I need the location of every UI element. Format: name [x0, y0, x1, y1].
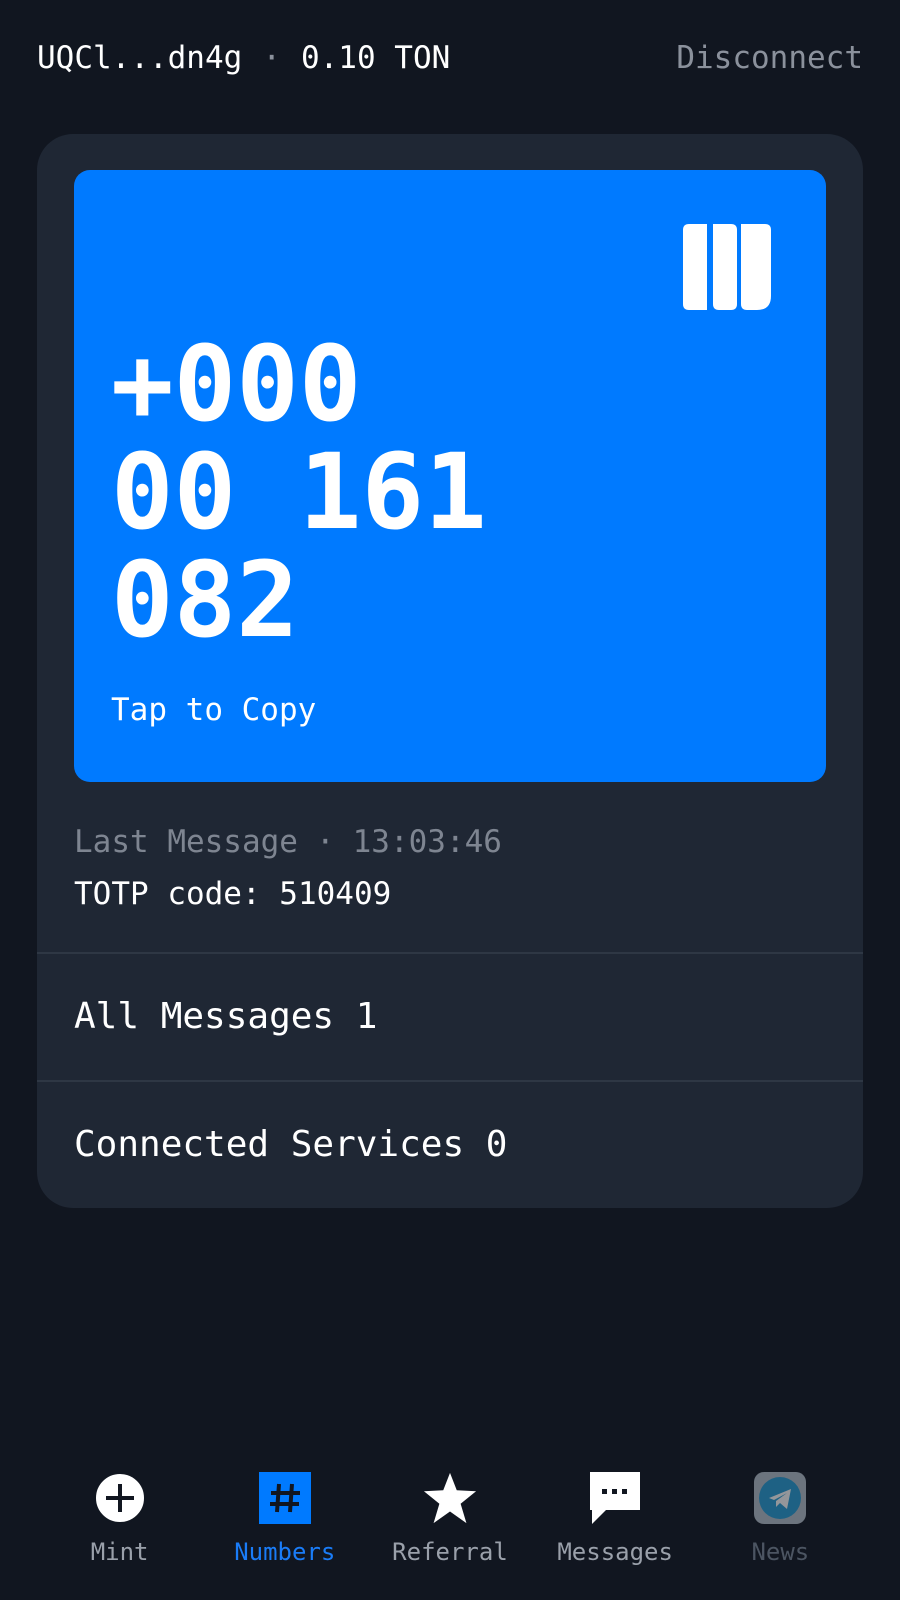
- nav-item-referral[interactable]: Referral: [367, 1470, 532, 1580]
- connected-services-label: Connected Services 0: [74, 1123, 508, 1165]
- nav-label-numbers: Numbers: [234, 1538, 336, 1566]
- nav-item-news[interactable]: News: [698, 1470, 863, 1580]
- plus-circle-icon: [92, 1470, 148, 1526]
- fragment-logo-icon: [683, 224, 771, 310]
- bottom-nav: Mint Numbers Referral Messages News: [37, 1470, 863, 1580]
- tap-to-copy-label: Tap to Copy: [111, 692, 317, 728]
- star-icon: [422, 1470, 478, 1526]
- all-messages-label: All Messages 1: [74, 995, 378, 1037]
- number-panel: +000 00 161 082 Tap to Copy Last Message…: [37, 134, 863, 1208]
- all-messages-row[interactable]: All Messages 1: [37, 952, 863, 1078]
- phone-number: +000 00 161 082: [111, 323, 487, 661]
- disconnect-button[interactable]: Disconnect: [676, 40, 863, 76]
- phone-number-card[interactable]: +000 00 161 082 Tap to Copy: [74, 170, 826, 782]
- last-message-label: Last Message: [74, 824, 298, 860]
- nav-label-news: News: [751, 1538, 810, 1566]
- top-bar: UQCl...dn4g · 0.10 TON Disconnect: [37, 36, 863, 80]
- nav-label-referral: Referral: [392, 1538, 508, 1566]
- separator-dot: ·: [315, 824, 335, 860]
- wallet-balance: 0.10 TON: [300, 40, 451, 76]
- nav-item-messages[interactable]: Messages: [533, 1470, 698, 1580]
- nav-label-messages: Messages: [557, 1538, 673, 1566]
- chat-bubble-icon: [587, 1470, 643, 1526]
- separator-dot: ·: [262, 40, 281, 76]
- last-message-header: Last Message · 13:03:46: [74, 824, 502, 860]
- wallet-address: UQCl...dn4g: [37, 40, 243, 76]
- hash-icon: [257, 1470, 313, 1526]
- nav-item-mint[interactable]: Mint: [37, 1470, 202, 1580]
- telegram-icon: [752, 1470, 808, 1526]
- connected-services-row[interactable]: Connected Services 0: [37, 1080, 863, 1206]
- nav-label-mint: Mint: [90, 1538, 149, 1566]
- last-message-time: 13:03:46: [352, 824, 502, 860]
- nav-item-numbers[interactable]: Numbers: [202, 1470, 367, 1580]
- wallet-info[interactable]: UQCl...dn4g · 0.10 TON: [37, 40, 450, 76]
- last-message-text: TOTP code: 510409: [74, 876, 392, 912]
